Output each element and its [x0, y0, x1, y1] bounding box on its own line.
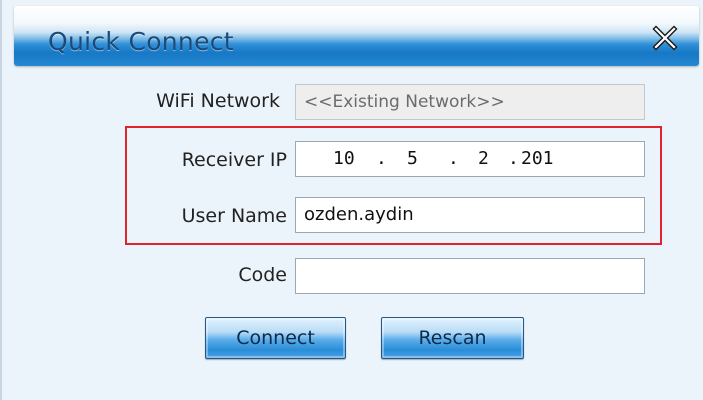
ip-dot: .: [376, 148, 387, 169]
quick-connect-dialog: Quick Connect WiFi Network <<Existing Ne…: [0, 0, 703, 400]
ip-dot: .: [508, 148, 519, 169]
ip-octet-1[interactable]: 10: [333, 142, 355, 176]
rescan-button[interactable]: Rescan: [381, 317, 524, 359]
user-name-label: User Name: [181, 205, 287, 227]
receiver-ip-label: Receiver IP: [181, 149, 287, 171]
user-name-value: ozden.aydin: [304, 204, 414, 225]
ip-octet-2[interactable]: 5: [407, 142, 418, 176]
wifi-network-value: <<Existing Network>>: [304, 92, 505, 112]
receiver-ip-field[interactable]: 10 . 5 . 2 . 201: [295, 141, 645, 177]
wifi-network-field: <<Existing Network>>: [295, 84, 645, 120]
ip-dot: .: [448, 148, 459, 169]
close-icon[interactable]: [650, 24, 680, 52]
ip-octet-3[interactable]: 2: [478, 142, 489, 176]
code-label: Code: [238, 264, 287, 286]
connect-button[interactable]: Connect: [205, 317, 346, 359]
title-bar[interactable]: Quick Connect: [14, 6, 699, 66]
wifi-network-label: WiFi Network: [156, 90, 280, 112]
ip-octet-4[interactable]: 201: [521, 142, 554, 176]
dialog-title: Quick Connect: [48, 27, 234, 56]
code-field[interactable]: [295, 258, 645, 294]
user-name-field[interactable]: ozden.aydin: [295, 197, 645, 233]
